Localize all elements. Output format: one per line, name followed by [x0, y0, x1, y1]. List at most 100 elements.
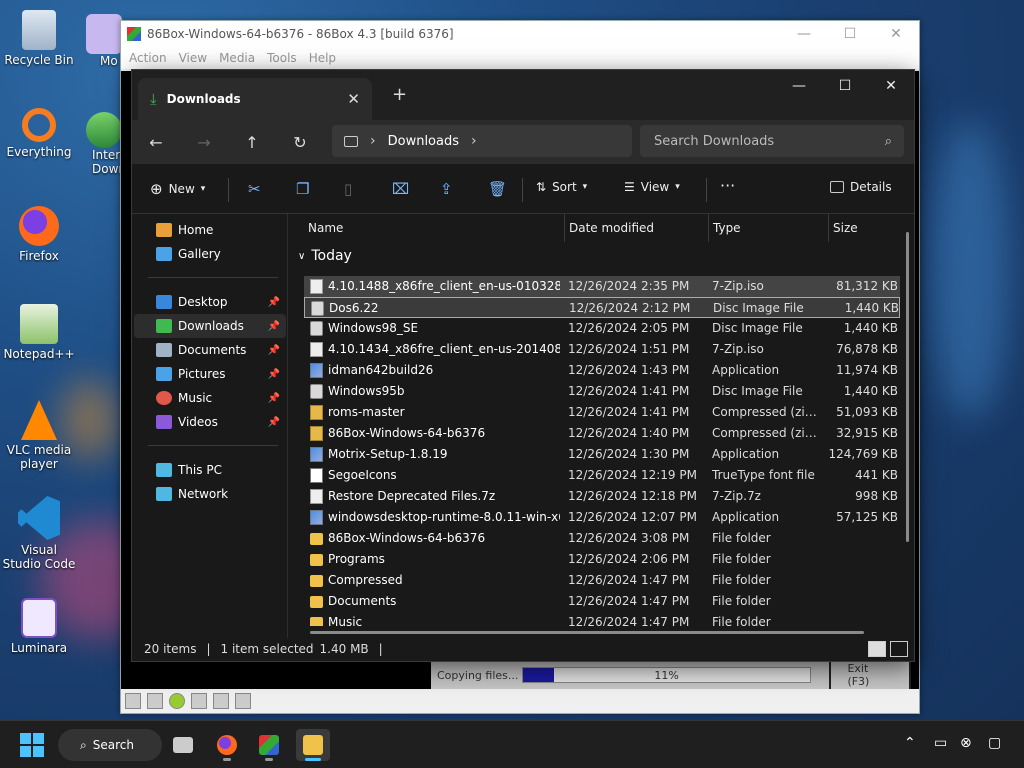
menu-media[interactable]: Media: [213, 51, 261, 65]
sidebar-item-documents[interactable]: Documents 📌: [134, 338, 286, 362]
file-row[interactable]: 4.10.1488_x86fre_client_en-us-010328_014…: [304, 276, 900, 297]
cdrom-drive-icon[interactable]: [169, 693, 185, 709]
details-view-button[interactable]: [868, 641, 886, 657]
address-bar[interactable]: › Downloads ›: [332, 125, 632, 157]
desktop-icon-firefox[interactable]: Firefox: [2, 206, 76, 263]
file-row[interactable]: Programs 12/26/2024 2:06 PM File folder: [304, 549, 900, 570]
file-row[interactable]: Music 12/26/2024 1:47 PM File folder: [304, 612, 900, 626]
file-name: Windows98_SE: [328, 321, 419, 335]
menu-action[interactable]: Action: [123, 51, 173, 65]
forward-arrow-icon[interactable]: →: [180, 133, 228, 152]
paste-button[interactable]: ▯: [344, 180, 352, 198]
up-arrow-icon[interactable]: ↑: [228, 133, 276, 152]
desktop-icon-everything[interactable]: Everything: [2, 108, 76, 159]
sidebar-item-label: Home: [178, 223, 214, 237]
search-input[interactable]: Search Downloads ⌕: [640, 125, 904, 157]
file-row[interactable]: Windows98_SE 12/26/2024 2:05 PM Disc Image…: [304, 318, 900, 339]
pin-icon[interactable]: 📌: [268, 345, 280, 356]
start-button[interactable]: [20, 733, 44, 757]
close-button[interactable]: ✕: [868, 70, 914, 102]
chevron-right-icon[interactable]: ›: [370, 133, 376, 149]
close-button[interactable]: ✕: [873, 26, 919, 42]
sidebar-item-this-pc[interactable]: This PC: [134, 458, 286, 482]
sort-button[interactable]: ⇅ Sort ▾: [536, 180, 587, 194]
desktop-icon-luminara[interactable]: Luminara: [2, 598, 76, 655]
vertical-scrollbar[interactable]: [906, 232, 909, 542]
sound-icon[interactable]: [235, 693, 251, 709]
86box-titlebar[interactable]: 86Box-Windows-64-b6376 - 86Box 4.3 [buil…: [121, 21, 919, 47]
pin-icon[interactable]: 📌: [268, 417, 280, 428]
network-offline-icon[interactable]: ⊗: [960, 735, 972, 751]
minimize-button[interactable]: —: [781, 26, 827, 42]
file-row[interactable]: Restore Deprecated Files.7z 12/26/2024 12…: [304, 486, 900, 507]
taskbar-86box[interactable]: [252, 729, 286, 761]
sidebar-item-home[interactable]: Home: [134, 218, 286, 242]
file-row[interactable]: windowsdesktop-runtime-8.0.11-win-x64 12/…: [304, 507, 900, 528]
taskbar-search-button[interactable]: ⌕ Search: [58, 729, 162, 761]
cut-button[interactable]: ✂: [248, 180, 261, 198]
file-row[interactable]: Dos6.22 12/26/2024 2:12 PM Disc Image File…: [304, 297, 900, 318]
details-pane-button[interactable]: Details: [830, 180, 892, 194]
copy-button[interactable]: ❐: [296, 180, 309, 198]
notification-icon[interactable]: ▢: [988, 735, 1001, 751]
desktop-icon-notepadpp[interactable]: Notepad++: [2, 304, 76, 361]
hard-disk-icon[interactable]: [191, 693, 207, 709]
file-row[interactable]: Motrix-Setup-1.8.19 12/26/2024 1:30 PM App…: [304, 444, 900, 465]
chevron-up-icon[interactable]: ⌃: [904, 735, 916, 751]
menu-tools[interactable]: Tools: [261, 51, 303, 65]
task-view-button[interactable]: [166, 729, 200, 761]
sidebar-item-music[interactable]: Music 📌: [134, 386, 286, 410]
breadcrumb-downloads[interactable]: Downloads: [388, 134, 459, 149]
new-button[interactable]: ⊕ New ▾: [150, 180, 205, 198]
sidebar-item-downloads[interactable]: Downloads 📌: [134, 314, 286, 338]
file-row[interactable]: Documents 12/26/2024 1:47 PM File folder: [304, 591, 900, 612]
file-row[interactable]: Compressed 12/26/2024 1:47 PM File folder: [304, 570, 900, 591]
menu-help[interactable]: Help: [303, 51, 342, 65]
maximize-button[interactable]: ☐: [822, 70, 868, 102]
share-button[interactable]: ⇪: [440, 180, 453, 198]
desktop-icon-vlc[interactable]: VLC media player: [2, 400, 76, 471]
file-row[interactable]: 86Box-Windows-64-b6376 12/26/2024 3:08 PM…: [304, 528, 900, 549]
pin-icon[interactable]: 📌: [268, 321, 280, 332]
view-button[interactable]: ☰ View ▾: [624, 180, 680, 194]
file-row[interactable]: idman642build26 12/26/2024 1:43 PM Applica…: [304, 360, 900, 381]
exit-f3-button[interactable]: Exit (F3): [829, 657, 911, 693]
file-row[interactable]: Windows95b 12/26/2024 1:41 PM Disc Image F…: [304, 381, 900, 402]
minimize-button[interactable]: —: [776, 70, 822, 102]
sidebar-item-gallery[interactable]: Gallery: [134, 242, 286, 266]
refresh-icon[interactable]: ↻: [276, 133, 324, 152]
tab-downloads[interactable]: ⤓ Downloads ✕: [138, 78, 372, 120]
taskbar-firefox[interactable]: [210, 729, 244, 761]
file-row[interactable]: SegoeIcons 12/26/2024 12:19 PM TrueType fo…: [304, 465, 900, 486]
sidebar-item-pictures[interactable]: Pictures 📌: [134, 362, 286, 386]
delete-button[interactable]: 🗑: [488, 180, 507, 198]
sidebar-item-videos[interactable]: Videos 📌: [134, 410, 286, 434]
back-arrow-icon[interactable]: ←: [132, 133, 180, 152]
file-row[interactable]: roms-master 12/26/2024 1:41 PM Compressed …: [304, 402, 900, 423]
pin-icon[interactable]: 📌: [268, 393, 280, 404]
network-icon[interactable]: [213, 693, 229, 709]
chevron-right-icon[interactable]: ›: [471, 133, 477, 149]
pin-icon[interactable]: 📌: [268, 297, 280, 308]
floppy-drive-icon[interactable]: [125, 693, 141, 709]
rename-button[interactable]: ⌧: [392, 180, 409, 198]
maximize-button[interactable]: ☐: [827, 26, 873, 42]
horizontal-scrollbar[interactable]: [310, 631, 864, 634]
desktop-icon-recycle-bin[interactable]: Recycle Bin: [2, 10, 76, 67]
more-options-button[interactable]: ···: [720, 176, 735, 195]
sidebar-item-network[interactable]: Network: [134, 482, 286, 506]
taskbar-file-explorer[interactable]: [296, 729, 330, 761]
pin-icon[interactable]: 📌: [268, 369, 280, 380]
desktop-icon-vscode[interactable]: Visual Studio Code: [2, 496, 76, 571]
sidebar-item-desktop[interactable]: Desktop 📌: [134, 290, 286, 314]
tiles-view-button[interactable]: [890, 641, 908, 657]
file-explorer-window[interactable]: ⤓ Downloads ✕ + — ☐ ✕ ← → ↑ ↻ › Download…: [131, 69, 915, 662]
file-row[interactable]: 4.10.1434_x86fre_client_en-us-20140826_2…: [304, 339, 900, 360]
file-row[interactable]: 86Box-Windows-64-b6376 12/26/2024 1:40 PM…: [304, 423, 900, 444]
new-tab-button[interactable]: +: [392, 84, 407, 105]
display-icon[interactable]: ▭: [934, 735, 947, 751]
menu-view[interactable]: View: [173, 51, 213, 65]
file-type: Disc Image File: [713, 301, 804, 315]
close-icon[interactable]: ✕: [347, 90, 360, 108]
floppy-drive-icon[interactable]: [147, 693, 163, 709]
